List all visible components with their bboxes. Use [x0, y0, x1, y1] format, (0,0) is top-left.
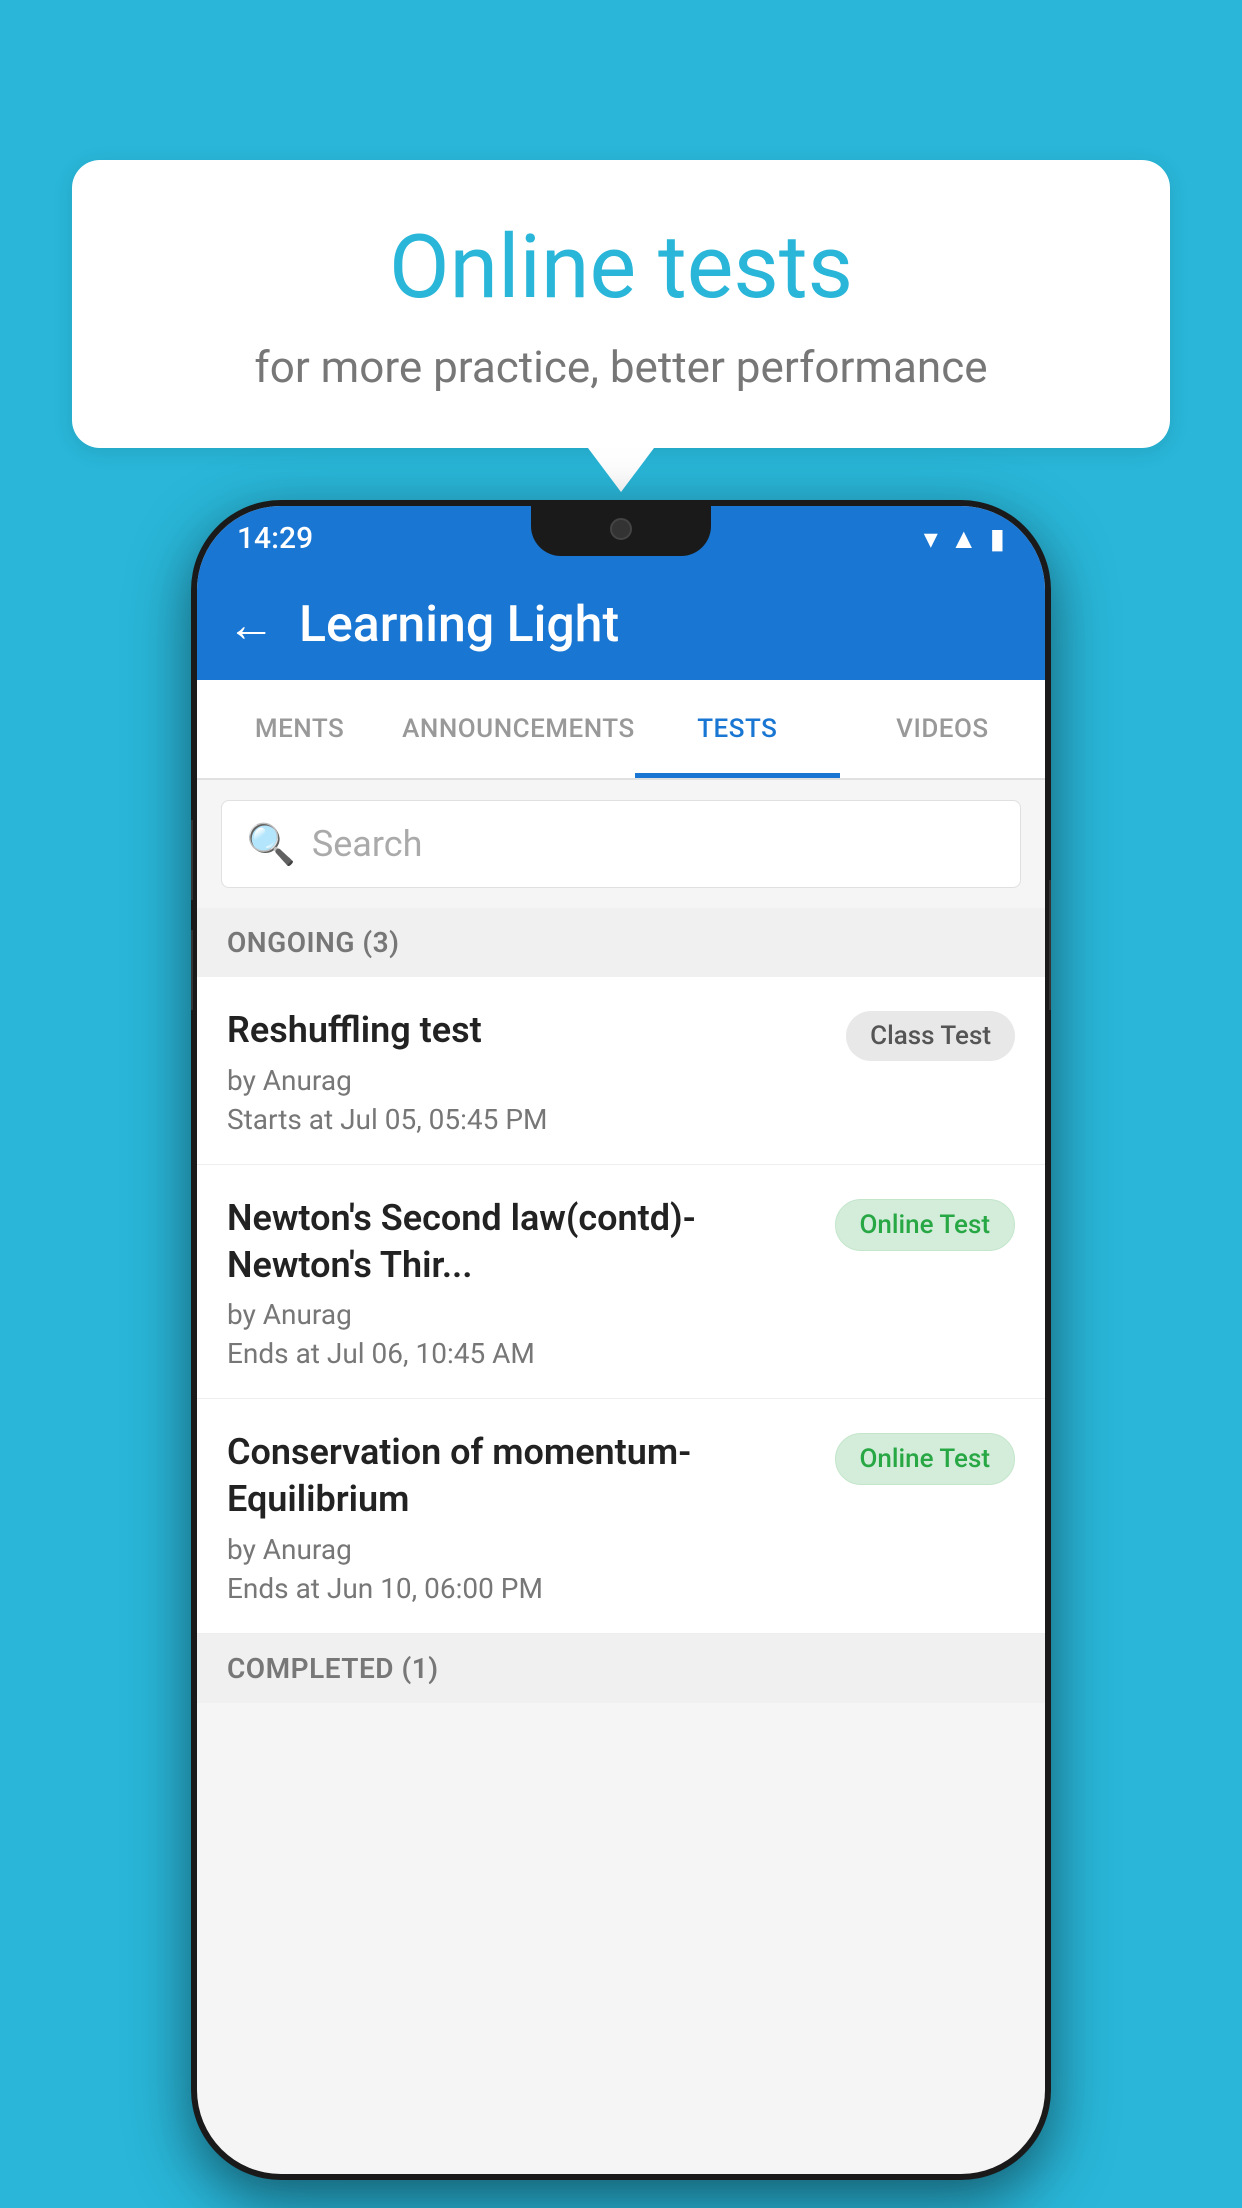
- volume-up-button[interactable]: [191, 820, 193, 900]
- notch: [531, 506, 711, 556]
- search-icon: 🔍: [246, 821, 296, 868]
- ongoing-section-header: ONGOING (3): [197, 908, 1045, 977]
- test-item-conservation[interactable]: Conservation of momentum-Equilibrium by …: [197, 1399, 1045, 1634]
- phone: 14:29 ▾ ▲ ▮ ← Learning Light MENTS ANNOU…: [191, 500, 1051, 2180]
- volume-down-button[interactable]: [191, 930, 193, 1010]
- app-bar: ← Learning Light: [197, 570, 1045, 680]
- test-name-reshuffling: Reshuffling test: [227, 1007, 830, 1054]
- search-bar: 🔍 Search: [197, 780, 1045, 908]
- signal-icon: ▲: [950, 522, 978, 555]
- tabs-bar: MENTS ANNOUNCEMENTS TESTS VIDEOS: [197, 680, 1045, 780]
- phone-screen: 14:29 ▾ ▲ ▮ ← Learning Light MENTS ANNOU…: [197, 506, 1045, 2174]
- completed-section-header: COMPLETED (1): [197, 1634, 1045, 1703]
- back-button[interactable]: ←: [227, 601, 275, 649]
- status-bar: 14:29 ▾ ▲ ▮: [197, 506, 1045, 570]
- status-time: 14:29: [237, 521, 313, 556]
- power-button[interactable]: [1049, 880, 1051, 1010]
- test-item-newton[interactable]: Newton's Second law(contd)-Newton's Thir…: [197, 1165, 1045, 1400]
- bubble-subtitle: for more practice, better performance: [122, 341, 1120, 393]
- wifi-icon: ▾: [924, 522, 938, 555]
- search-placeholder: Search: [312, 823, 423, 865]
- speech-bubble: Online tests for more practice, better p…: [72, 160, 1170, 448]
- test-name-newton: Newton's Second law(contd)-Newton's Thir…: [227, 1195, 819, 1289]
- test-date-newton: Ends at Jul 06, 10:45 AM: [227, 1337, 819, 1370]
- test-date-conservation: Ends at Jun 10, 06:00 PM: [227, 1572, 819, 1605]
- tab-announcements[interactable]: ANNOUNCEMENTS: [402, 680, 635, 778]
- test-author-conservation: by Anurag: [227, 1533, 819, 1566]
- test-author-reshuffling: by Anurag: [227, 1064, 830, 1097]
- test-badge-conservation: Online Test: [835, 1433, 1016, 1485]
- test-author-newton: by Anurag: [227, 1298, 819, 1331]
- tab-ments[interactable]: MENTS: [197, 680, 402, 778]
- status-icons: ▾ ▲ ▮: [924, 522, 1005, 555]
- tab-videos[interactable]: VIDEOS: [840, 680, 1045, 778]
- battery-icon: ▮: [990, 522, 1005, 555]
- camera-icon: [610, 518, 632, 540]
- test-badge-newton: Online Test: [835, 1199, 1016, 1251]
- app-bar-title: Learning Light: [299, 596, 619, 654]
- test-name-conservation: Conservation of momentum-Equilibrium: [227, 1429, 819, 1523]
- tab-tests[interactable]: TESTS: [635, 680, 840, 778]
- test-item-reshuffling[interactable]: Reshuffling test by Anurag Starts at Jul…: [197, 977, 1045, 1165]
- test-date-reshuffling: Starts at Jul 05, 05:45 PM: [227, 1103, 830, 1136]
- test-badge-reshuffling: Class Test: [846, 1011, 1015, 1061]
- search-input[interactable]: 🔍 Search: [221, 800, 1021, 888]
- bubble-title: Online tests: [122, 220, 1120, 317]
